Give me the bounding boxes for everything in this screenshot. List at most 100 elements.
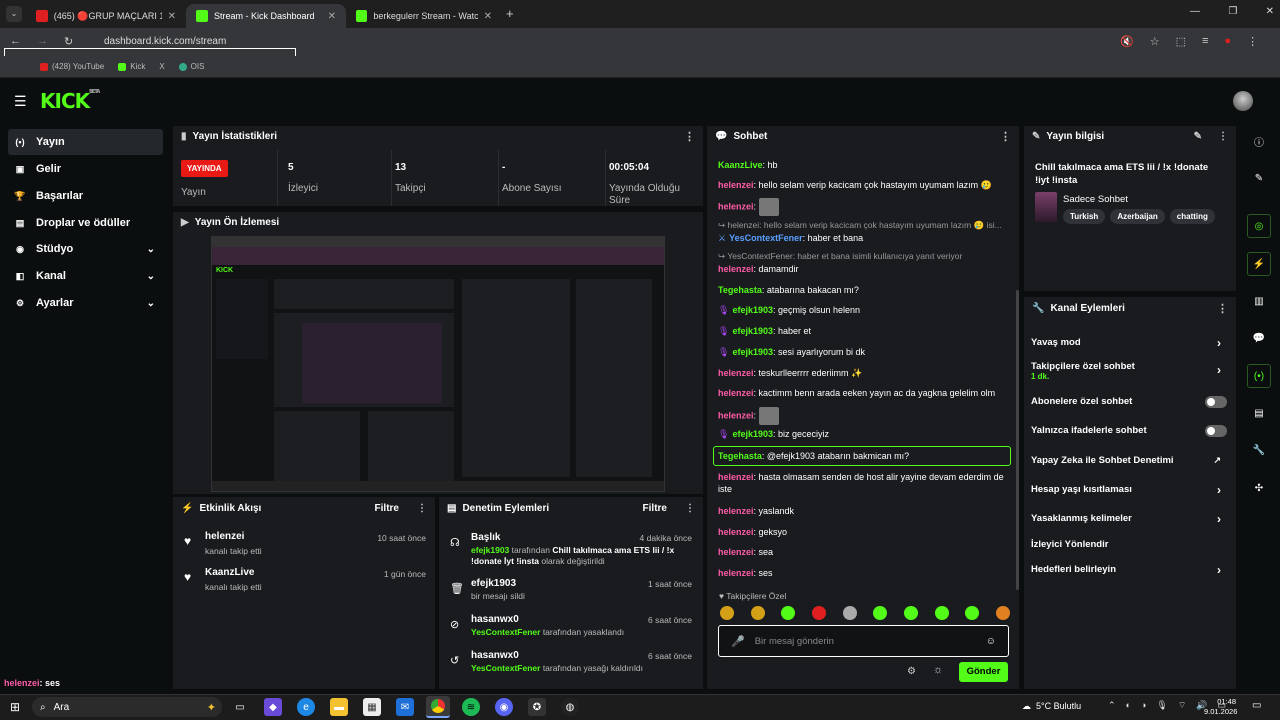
tray-icon[interactable]: ◐ [1126, 700, 1131, 711]
copilot-icon[interactable]: ◆ [264, 698, 282, 716]
clock[interactable]: 01:48 9.01.2026 [1204, 697, 1237, 717]
more-icon[interactable]: ⋮ [685, 503, 695, 514]
avatar[interactable] [1233, 91, 1253, 111]
chevron-right-icon[interactable]: › [1217, 363, 1221, 377]
more-icon[interactable]: ⋮ [1218, 131, 1228, 142]
chat-username[interactable]: helenzei [718, 368, 754, 378]
notifications-icon[interactable]: ▭ [1252, 700, 1261, 711]
chat-username[interactable]: efejk1903 [732, 326, 773, 336]
mic-icon[interactable]: 🎙 [1156, 700, 1167, 711]
close-window-icon[interactable]: ✕ [1266, 6, 1274, 17]
palette-icon[interactable]: ✣ [1247, 476, 1271, 500]
activity-filter-button[interactable]: Filtre [375, 503, 399, 514]
wrench-icon[interactable]: 🔧 [1247, 438, 1271, 462]
tray-icon[interactable]: ◑ [1141, 700, 1146, 711]
channel-action-row[interactable]: Yasaklanmış kelimeler › [1031, 512, 1231, 527]
chat-username[interactable]: helenzei [718, 472, 754, 482]
chevron-right-icon[interactable]: › [1217, 336, 1221, 350]
chevron-right-icon[interactable]: › [1217, 512, 1221, 526]
chat-username[interactable]: KaanzLive [718, 160, 763, 170]
more-icon[interactable]: ⋮ [1217, 302, 1228, 315]
discord-icon[interactable]: ◉ [495, 698, 513, 716]
broadcast-icon[interactable]: (•) [1247, 364, 1271, 388]
restore-icon[interactable]: ❐ [1228, 6, 1237, 17]
chrome-icon[interactable] [426, 696, 450, 718]
bookmark-kick[interactable]: Kick [118, 62, 145, 71]
chat-username[interactable]: helenzei [718, 506, 754, 516]
star-icon[interactable]: ☆ [1150, 35, 1160, 48]
tag-chip[interactable]: Turkish [1063, 209, 1106, 224]
stack-icon[interactable]: ▤ [1247, 401, 1271, 425]
close-icon[interactable]: ✕ [328, 11, 336, 22]
browser-tab-youtube[interactable]: (465) 🔴GRUP MAÇLARI 1.GÜN ✕ [26, 4, 186, 28]
send-button[interactable]: Gönder [959, 662, 1008, 682]
camera-icon[interactable]: ◎ [1247, 214, 1271, 238]
channel-action-row[interactable]: Hesap yaşı kısıtlaması › [1031, 483, 1231, 498]
emote-icon[interactable] [995, 606, 1010, 620]
back-icon[interactable]: ← [10, 35, 21, 48]
moderation-filter-button[interactable]: Filtre [643, 503, 667, 514]
chat-username[interactable]: efejk1903 [732, 305, 773, 315]
mute-icon[interactable]: 🔇 [1120, 35, 1134, 48]
sidebar-item-1[interactable]: ▣ Gelir [8, 156, 163, 182]
extensions-icon[interactable]: ⬚ [1176, 35, 1186, 48]
kick-logo[interactable]: KICKBETA [40, 89, 100, 113]
more-icon[interactable]: ⋮ [684, 130, 695, 143]
taskbar-search[interactable]: ⌕ Ara ✦ [32, 697, 222, 717]
emote-icon[interactable] [781, 606, 796, 620]
edge-icon[interactable]: e [297, 698, 315, 716]
chat-username[interactable]: Tegehasta [718, 451, 762, 461]
channel-action-row[interactable]: Takipçilere özel sohbet 1 dk. › [1031, 361, 1231, 381]
chat-input[interactable]: 🎤 Bir mesaj gönderin ☺ [718, 625, 1009, 657]
chat-username[interactable]: efejk1903 [732, 347, 773, 357]
external-link-icon[interactable]: ↗ [1213, 455, 1221, 466]
reload-icon[interactable]: ↻ [64, 35, 73, 48]
emote-icon[interactable] [720, 606, 734, 620]
channel-action-row[interactable]: Yapay Zeka ile Sohbet Denetimi ↗ [1031, 455, 1231, 469]
more-icon[interactable]: ⋮ [417, 503, 427, 514]
new-tab-button[interactable]: + [506, 6, 514, 21]
chat-username[interactable]: helenzei [718, 527, 754, 537]
browser-tab-kick-dashboard[interactable]: Stream - Kick Dashboard ✕ [186, 4, 346, 28]
hamburger-menu-icon[interactable]: ☰ [14, 93, 27, 110]
bookmark-youtube[interactable]: (428) YouTube [40, 62, 104, 71]
channel-action-row[interactable]: Yalnızca ifadelerle sohbet [1031, 425, 1231, 439]
emote-icon[interactable] [934, 606, 949, 620]
chat-username[interactable]: Tegehasta [718, 285, 762, 295]
close-icon[interactable]: ✕ [484, 11, 492, 22]
sidebar-item-2[interactable]: 🏆 Başarılar [8, 183, 163, 209]
toggle-switch[interactable] [1205, 425, 1227, 437]
sidebar-item-4[interactable]: ◉ Stüdyo ⌄ [8, 236, 163, 262]
emote-icon[interactable] [965, 606, 980, 620]
profile-icon[interactable]: ● [1224, 35, 1231, 48]
lightning-icon[interactable]: ⚡ [1247, 252, 1271, 276]
sidebar-item-3[interactable]: ▤ Droplar ve ödüller [8, 210, 163, 236]
chat-username[interactable]: helenzei [718, 388, 754, 398]
emoji-icon[interactable]: ☺ [986, 636, 996, 647]
chat-username[interactable]: helenzei [718, 201, 754, 211]
emote-icon[interactable] [750, 606, 765, 620]
emote-icon[interactable] [873, 606, 888, 620]
obs-icon[interactable]: ◍ [561, 698, 579, 716]
chat-username[interactable]: helenzei [718, 180, 754, 190]
edit-icon[interactable]: ✎ [1194, 131, 1202, 142]
tag-chip[interactable]: chatting [1169, 209, 1215, 224]
app-icon[interactable]: ✪ [528, 698, 546, 716]
chat-username[interactable]: helenzei [718, 264, 754, 274]
chat-username[interactable]: YesContextFener [729, 233, 803, 243]
mic-icon[interactable]: 🎤 [731, 635, 745, 648]
chevron-right-icon[interactable]: › [1217, 483, 1221, 497]
emote-icon[interactable] [811, 606, 826, 620]
bookmark-x[interactable]: X [159, 62, 164, 71]
close-icon[interactable]: ✕ [168, 11, 176, 22]
task-view-icon[interactable]: ▭ [231, 698, 249, 716]
forward-icon[interactable]: → [37, 35, 48, 48]
channel-action-row[interactable]: İzleyici Yönlendir [1031, 539, 1231, 553]
toggle-switch[interactable] [1205, 396, 1227, 408]
chat-username[interactable]: helenzei [718, 547, 754, 557]
spotify-icon[interactable]: ≋ [462, 698, 480, 716]
chat-bubble-icon[interactable]: 💬 [1247, 326, 1271, 350]
tab-search-button[interactable]: ⌄ [6, 6, 22, 22]
channel-action-row[interactable]: Abonelere özel sohbet [1031, 396, 1231, 410]
clipboard-icon[interactable]: ▥ [1247, 289, 1271, 313]
